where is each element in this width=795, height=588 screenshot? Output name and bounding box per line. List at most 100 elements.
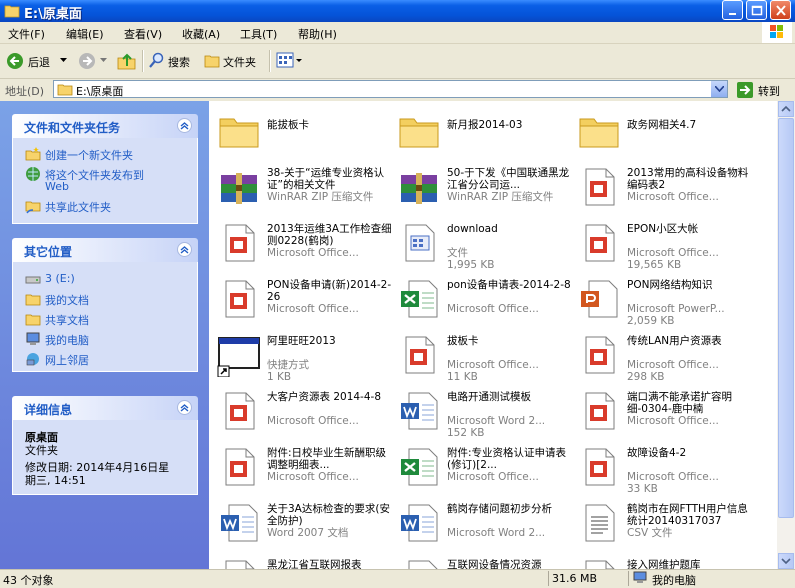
up-folder-button[interactable] — [116, 50, 138, 72]
file-type: Microsoft Office... — [447, 359, 539, 371]
go-label: 转到 — [758, 85, 780, 98]
file-item[interactable]: 电路开通测试模板 Microsoft Word 2... 152 KB — [393, 385, 573, 439]
menu-file[interactable]: 文件(F) — [8, 26, 45, 42]
minimize-button[interactable] — [722, 0, 743, 20]
file-item[interactable]: EPON小区大帐 Microsoft Office... 19,565 KB — [573, 217, 753, 271]
menu-view[interactable]: 查看(V) — [124, 26, 162, 42]
place-network[interactable]: 网上邻居 — [25, 351, 195, 367]
file-item[interactable]: pon设备申请表-2014-2-8 Microsoft Office... — [393, 273, 573, 325]
file-item[interactable]: PON设备申请(新)2014-2-26 Microsoft Office... — [213, 273, 393, 325]
file-type: Word 2007 文档 — [267, 527, 349, 539]
menu-edit[interactable]: 编辑(E) — [66, 26, 104, 42]
file-item[interactable]: 附件:日校毕业生新酬职级调整明细表... Microsoft Office... — [213, 441, 393, 493]
file-type: Microsoft Office... — [447, 471, 539, 483]
place-my-documents[interactable]: 我的文档 — [25, 291, 195, 307]
generic-file-icon — [397, 221, 441, 265]
file-item[interactable]: 黑龙江省互联网报表 — [213, 553, 393, 569]
scroll-thumb[interactable] — [778, 118, 794, 518]
places-panel-header[interactable]: 其它位置 — [12, 238, 198, 262]
scroll-down-button[interactable] — [778, 553, 794, 569]
file-name: 互联网设备情况资源 — [447, 559, 542, 569]
close-button[interactable] — [770, 0, 791, 20]
file-type: Microsoft Office... — [447, 303, 539, 315]
search-button[interactable]: 搜索 — [147, 49, 197, 73]
computer-icon — [26, 332, 40, 345]
tasks-panel-header[interactable]: 文件和文件夹任务 — [12, 114, 198, 138]
places-panel-body: 3 (E:) 我的文档 共享文档 我的电脑 网上邻居 — [12, 262, 198, 372]
menu-help[interactable]: 帮助(H) — [298, 26, 337, 42]
collapse-chevron-icon[interactable] — [177, 400, 192, 415]
folder-icon — [4, 5, 20, 18]
publish-web-link[interactable]: 将这个文件夹发布到 Web — [25, 166, 195, 194]
chevron-down-icon — [100, 58, 107, 62]
file-item[interactable]: 互联网设备情况资源 — [393, 553, 573, 569]
file-name: PON网络结构知识 — [627, 279, 713, 291]
vertical-scrollbar[interactable] — [777, 101, 795, 569]
globe-icon — [26, 167, 40, 181]
new-folder-label: 创建一个新文件夹 — [45, 149, 133, 162]
network-icon — [26, 353, 39, 366]
file-size: 1 KB — [267, 371, 292, 383]
menu-bar: 文件(F) 编辑(E) 查看(V) 收藏(A) 工具(T) 帮助(H) — [0, 22, 795, 44]
title-bar[interactable]: E:\原桌面 — [0, 0, 795, 22]
maximize-button[interactable] — [746, 0, 767, 20]
file-type: Microsoft PowerP... — [627, 303, 725, 315]
share-folder-link[interactable]: 共享此文件夹 — [25, 198, 195, 214]
menu-favorites[interactable]: 收藏(A) — [182, 26, 220, 42]
scroll-up-button[interactable] — [778, 101, 794, 117]
file-item[interactable]: 传统LAN用户资源表 Microsoft Office... 298 KB — [573, 329, 753, 383]
share-folder-label: 共享此文件夹 — [45, 201, 111, 214]
file-item[interactable]: 能拔板卡 — [213, 105, 393, 157]
collapse-chevron-icon[interactable] — [177, 118, 192, 133]
file-item[interactable]: 政务网相关4.7 — [573, 105, 753, 157]
file-type: 快捷方式 — [267, 359, 309, 371]
place-my-computer[interactable]: 我的电脑 — [25, 331, 195, 347]
address-input[interactable]: E:\原桌面 — [53, 80, 728, 98]
place-drive-label: 3 (E:) — [45, 272, 75, 285]
file-item[interactable]: 鹤岗存储问题初步分析 Microsoft Word 2... — [393, 497, 573, 549]
menu-tools[interactable]: 工具(T) — [240, 26, 277, 42]
toolbar: 后退 搜索 文件夹 — [0, 44, 795, 79]
file-item[interactable]: 关于3A达标检查的要求(安全防护) Word 2007 文档 — [213, 497, 393, 549]
file-name: 端口满不能承诺扩容明细-0304-鹿中楠 — [627, 391, 732, 415]
details-panel-header[interactable]: 详细信息 — [12, 396, 198, 420]
file-item[interactable]: 拔板卡 Microsoft Office... 11 KB — [393, 329, 573, 383]
file-name: 鹤岗市在网FTTH用户信息统计20140317037 — [627, 503, 748, 527]
file-name: 接入网维护题库 — [627, 559, 701, 569]
collapse-chevron-icon[interactable] — [177, 242, 192, 257]
forward-arrow-icon — [79, 53, 95, 69]
new-folder-icon — [25, 147, 41, 161]
forward-button[interactable] — [76, 49, 110, 73]
file-item[interactable]: 附件:专业资格认证申请表(修订)[2... Microsoft Office... — [393, 441, 573, 493]
file-item[interactable]: PON网络结构知识 Microsoft PowerP... 2,059 KB — [573, 273, 753, 327]
file-item[interactable]: 鹤岗市在网FTTH用户信息统计20140317037 CSV 文件 — [573, 497, 753, 549]
file-item[interactable]: download 文件 1,995 KB — [393, 217, 573, 271]
drive-icon — [57, 84, 73, 96]
file-item[interactable]: 50-于下发《中国联通黑龙江省分公司运... WinRAR ZIP 压缩文件 — [393, 161, 573, 213]
file-item[interactable]: 2013常用的高科设备物料编码表2 Microsoft Office... — [573, 161, 753, 213]
file-item[interactable]: 大客户资源表 2014-4-8 Microsoft Office... — [213, 385, 393, 437]
file-type: Microsoft Office... — [267, 303, 359, 315]
excel-icon — [397, 557, 441, 569]
file-item[interactable]: 接入网维护题库 — [573, 553, 753, 569]
place-drive-e[interactable]: 3 (E:) — [25, 271, 195, 287]
file-item[interactable]: 2013年运维3A工作检查细则0228(鹤岗) Microsoft Office.… — [213, 217, 393, 269]
file-name: 2013常用的高科设备物料编码表2 — [627, 167, 749, 191]
file-item[interactable]: 新月报2014-03 — [393, 105, 573, 157]
file-name: 大客户资源表 2014-4-8 — [267, 391, 381, 403]
file-item[interactable]: 38-关于“运维专业资格认证”的相关文件 WinRAR ZIP 压缩文件 — [213, 161, 393, 213]
back-button[interactable]: 后退 — [4, 49, 70, 73]
file-item[interactable]: 端口满不能承诺扩容明细-0304-鹿中楠 Microsoft Office... — [573, 385, 753, 437]
folders-button[interactable]: 文件夹 — [202, 49, 264, 73]
address-dropdown-button[interactable] — [711, 81, 727, 97]
file-item[interactable]: 阿里旺旺2013 快捷方式 1 KB — [213, 329, 393, 383]
folder-icon — [25, 314, 41, 326]
office-doc-icon — [217, 277, 261, 321]
go-button[interactable]: 转到 — [734, 81, 794, 99]
views-button[interactable] — [275, 50, 303, 72]
new-folder-link[interactable]: 创建一个新文件夹 — [25, 146, 195, 162]
file-item[interactable]: 故障设备4-2 Microsoft Office... 33 KB — [573, 441, 753, 495]
details-panel-body: 原桌面 文件夹 修改日期: 2014年4月16日星 期三, 14:51 — [12, 420, 198, 495]
place-shared-documents[interactable]: 共享文档 — [25, 311, 195, 327]
file-name: 2013年运维3A工作检查细则0228(鹤岗) — [267, 223, 392, 247]
